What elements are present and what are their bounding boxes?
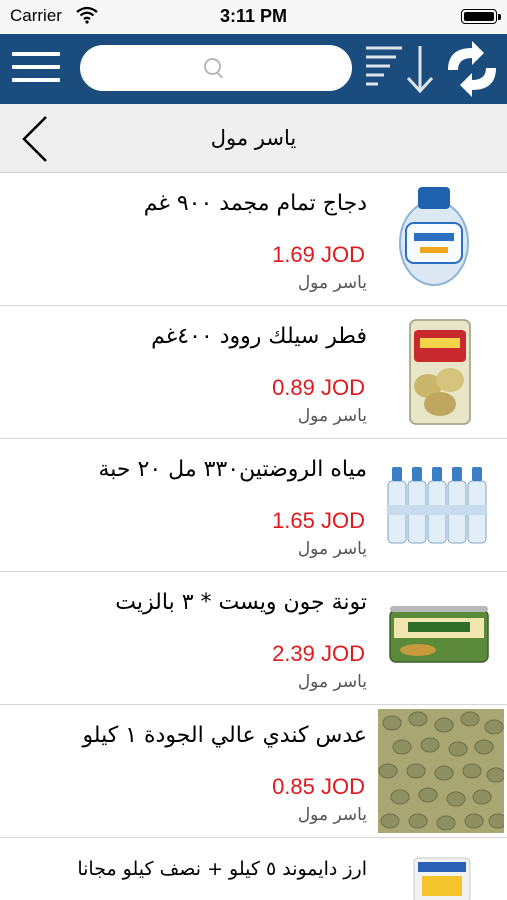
product-price: 1.69 JOD (272, 242, 365, 267)
refresh-arrows-icon[interactable] (444, 40, 500, 98)
product-row[interactable]: فطر سيلك روود ٤٠٠غم 0.89 JOD ياسر مول (0, 306, 507, 439)
product-store: ياسر مول (297, 406, 367, 426)
product-store: ياسر مول (297, 805, 367, 825)
hamburger-menu-icon[interactable] (12, 48, 60, 90)
store-header: ياسر مول (0, 104, 507, 173)
product-row[interactable]: مياه الروضتين٣٣٠ مل ٢٠ حبة 1.65 JOD ياسر… (0, 439, 507, 572)
product-price: 2.39 JOD (272, 641, 365, 666)
product-store: ياسر مول (297, 672, 367, 692)
product-row[interactable]: عدس كندي عالي الجودة ١ كيلو 0.85 JOD ياس… (0, 705, 507, 838)
rice-bag-image (413, 857, 471, 900)
clock: 3:11 PM (219, 6, 288, 26)
product-name: عدس كندي عالي الجودة ١ كيلو (82, 723, 367, 748)
search-icon (204, 58, 221, 75)
frozen-chicken-image (399, 187, 469, 286)
top-navbar (0, 34, 507, 104)
search-input[interactable] (80, 45, 352, 91)
mushroom-can-image (409, 319, 471, 425)
product-row[interactable]: تونة جون ويست * ٣ بالزيت 2.39 JOD ياسر م… (0, 572, 507, 705)
product-price: 0.89 JOD (272, 375, 365, 400)
product-name: فطر سيلك روود ٤٠٠غم (151, 324, 367, 349)
product-store: ياسر مول (297, 273, 367, 293)
product-price: 1.65 JOD (272, 508, 365, 533)
tuna-can-image (389, 606, 489, 663)
product-name: دجاج تمام مجمد ٩٠٠ غم (143, 191, 367, 216)
battery-icon (461, 9, 497, 24)
battery-tip (498, 14, 501, 20)
page-title: ياسر مول (210, 126, 297, 150)
status-bar: Carrier 3:11 PM (0, 0, 507, 34)
product-name: ارز دايموند ٥ كيلو + نصف كيلو مجانا (77, 858, 367, 880)
product-name: تونة جون ويست * ٣ بالزيت (115, 590, 367, 615)
product-price: 0.85 JOD (272, 774, 365, 799)
sort-descending-icon[interactable] (364, 42, 438, 96)
water-bottles-pack-image (387, 467, 487, 544)
product-row[interactable]: دجاج تمام مجمد ٩٠٠ غم 1.69 JOD ياسر مول (0, 173, 507, 306)
product-row[interactable]: ارز دايموند ٥ كيلو + نصف كيلو مجانا (0, 838, 507, 900)
product-name: مياه الروضتين٣٣٠ مل ٢٠ حبة (98, 457, 368, 482)
lentils-image (378, 709, 504, 833)
product-store: ياسر مول (297, 539, 367, 559)
